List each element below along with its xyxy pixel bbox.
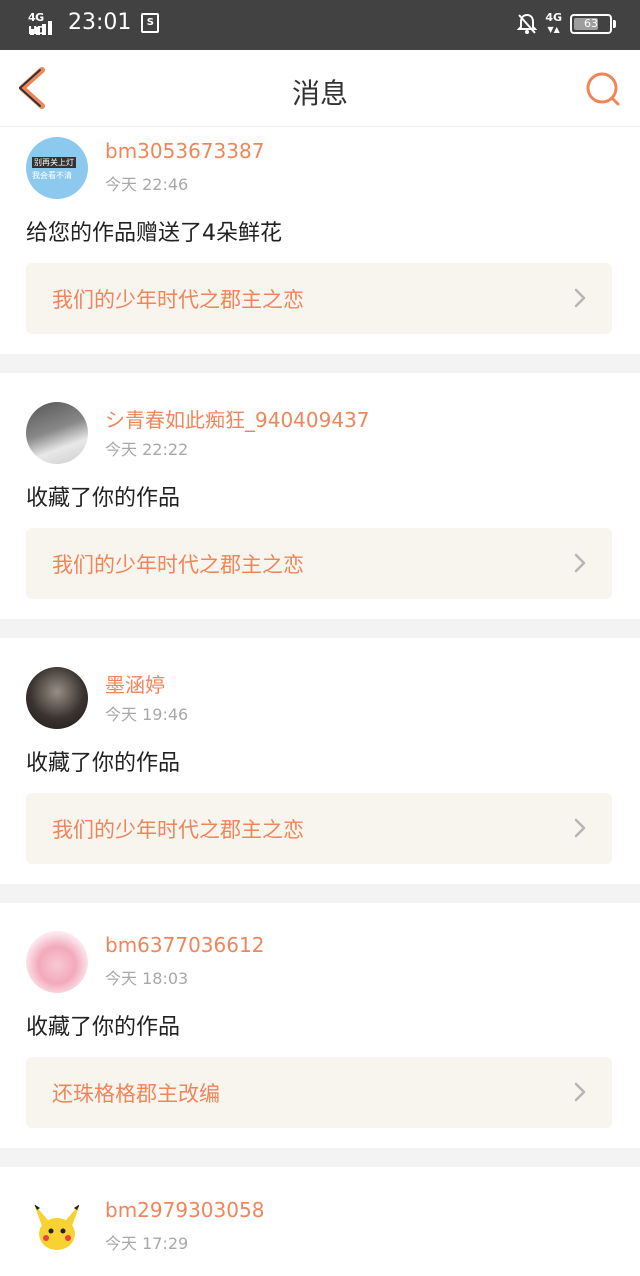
- search-icon[interactable]: [584, 70, 624, 110]
- divider: [0, 884, 640, 903]
- status-bar: 4G HD 23:01 S 4G▼▲ 63: [0, 0, 640, 50]
- message-item: 别再关上灯 我会看不清 bm3053673387 今天 22:46 给您的作品赠…: [0, 127, 640, 373]
- username-link[interactable]: bm2979303058: [105, 1198, 264, 1222]
- username-link[interactable]: bm6377036612: [105, 933, 264, 957]
- avatar[interactable]: 别再关上灯 我会看不清: [26, 137, 88, 199]
- battery-icon: 63: [570, 13, 616, 34]
- message-text: 给您的作品赠送了4朵鲜花: [26, 221, 282, 246]
- message-item: シ青春如此痴狂_940409437 今天 22:22 收藏了你的作品 我们的少年…: [0, 392, 640, 638]
- chevron-right-icon: [574, 818, 586, 838]
- sim-icon: S: [141, 12, 160, 33]
- notification-muted-icon: [517, 13, 538, 34]
- message-text: 收藏了你的作品: [26, 1015, 181, 1040]
- message-time: 今天 19:46: [105, 705, 189, 724]
- avatar[interactable]: [26, 931, 88, 993]
- network-signal-icon: 4G HD: [28, 11, 58, 37]
- battery-level: 63: [584, 16, 598, 30]
- work-link-card[interactable]: 我们的少年时代之郡主之恋: [26, 528, 612, 599]
- avatar[interactable]: [26, 1196, 88, 1258]
- message-text: 收藏了你的作品: [26, 751, 181, 776]
- divider: [0, 354, 640, 373]
- message-text: 收藏了你的作品: [26, 486, 181, 511]
- work-link-card[interactable]: 我们的少年时代之郡主之恋: [26, 263, 612, 334]
- message-item: 墨涵婷 今天 19:46 收藏了你的作品 我们的少年时代之郡主之恋: [0, 657, 640, 903]
- username-link[interactable]: bm3053673387: [105, 139, 264, 163]
- message-item: bm6377036612 今天 18:03 收藏了你的作品 还珠格格郡主改编: [0, 921, 640, 1167]
- chevron-right-icon: [574, 1082, 586, 1102]
- username-link[interactable]: 墨涵婷: [105, 669, 165, 698]
- divider: [0, 1148, 640, 1167]
- divider: [0, 619, 640, 638]
- message-time: 今天 22:46: [105, 175, 189, 194]
- avatar[interactable]: [26, 667, 88, 729]
- status-time: 23:01: [68, 10, 132, 35]
- message-item: bm2979303058 今天 17:29: [0, 1186, 640, 1276]
- page-title: 消息: [291, 77, 348, 110]
- avatar[interactable]: [26, 402, 88, 464]
- work-title: 我们的少年时代之郡主之恋: [52, 288, 304, 312]
- pikachu-avatar-icon: [34, 1204, 80, 1250]
- work-link-card[interactable]: 我们的少年时代之郡主之恋: [26, 793, 612, 864]
- work-title: 我们的少年时代之郡主之恋: [52, 553, 304, 577]
- mobile-data-icon: 4G ▼▲: [545, 11, 562, 34]
- message-time: 今天 18:03: [105, 969, 189, 988]
- header: 消息: [0, 50, 640, 127]
- username-link[interactable]: シ青春如此痴狂_940409437: [105, 404, 370, 433]
- work-title: 还珠格格郡主改编: [52, 1082, 220, 1106]
- chevron-right-icon: [574, 553, 586, 573]
- work-title: 我们的少年时代之郡主之恋: [52, 818, 304, 842]
- chevron-right-icon: [574, 288, 586, 308]
- work-link-card[interactable]: 还珠格格郡主改编: [26, 1057, 612, 1128]
- message-time: 今天 22:22: [105, 440, 189, 459]
- message-time: 今天 17:29: [105, 1234, 189, 1253]
